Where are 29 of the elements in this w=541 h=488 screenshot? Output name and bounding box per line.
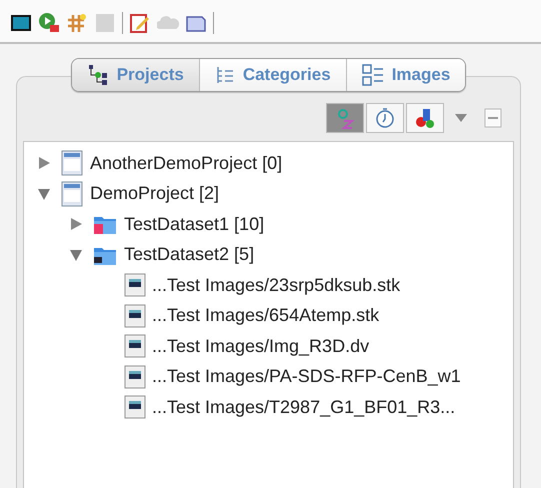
image-file-icon (124, 395, 146, 420)
monitor-icon[interactable] (10, 12, 32, 34)
stopwatch-icon (374, 107, 396, 129)
tree-item[interactable]: ...Test Images/23srp5dksub.stk (152, 274, 400, 296)
sort-button[interactable] (366, 103, 404, 133)
project-icon (60, 150, 84, 176)
hierarchy-icon (86, 64, 109, 86)
collapse-icon (484, 108, 502, 128)
project-icon (60, 180, 84, 207)
tree-item[interactable]: AnotherDemoProject [0] (90, 152, 282, 174)
image-file-icon (124, 334, 146, 358)
thumbnails-icon (362, 64, 384, 86)
notepad-pencil-icon[interactable] (129, 12, 151, 34)
tree-item[interactable]: ...Test Images/PA-SDS-RFP-CenB_w1 (152, 366, 461, 388)
grid-icon[interactable] (66, 12, 88, 34)
tree-item[interactable]: ...Test Images/T2987_G1_BF01_R3... (152, 396, 456, 418)
image-file-icon (124, 273, 146, 298)
tree-item[interactable]: ...Test Images/Img_R3D.dv (152, 336, 370, 357)
image-file-icon (124, 364, 146, 389)
tree-item[interactable]: TestDataset1 [10] (124, 214, 264, 235)
play-icon[interactable] (38, 12, 60, 34)
image-file-icon (124, 304, 146, 328)
sort-button[interactable] (406, 103, 444, 133)
tree-item[interactable]: ...Test Images/654Atemp.stk (152, 305, 380, 326)
colored-dots-icon (414, 107, 436, 129)
tree-item[interactable]: TestDataset2 [5] (124, 244, 254, 266)
tree-item[interactable]: DemoProject [2] (90, 183, 220, 204)
dropdown-icon (454, 113, 468, 123)
list-icon (214, 65, 235, 85)
